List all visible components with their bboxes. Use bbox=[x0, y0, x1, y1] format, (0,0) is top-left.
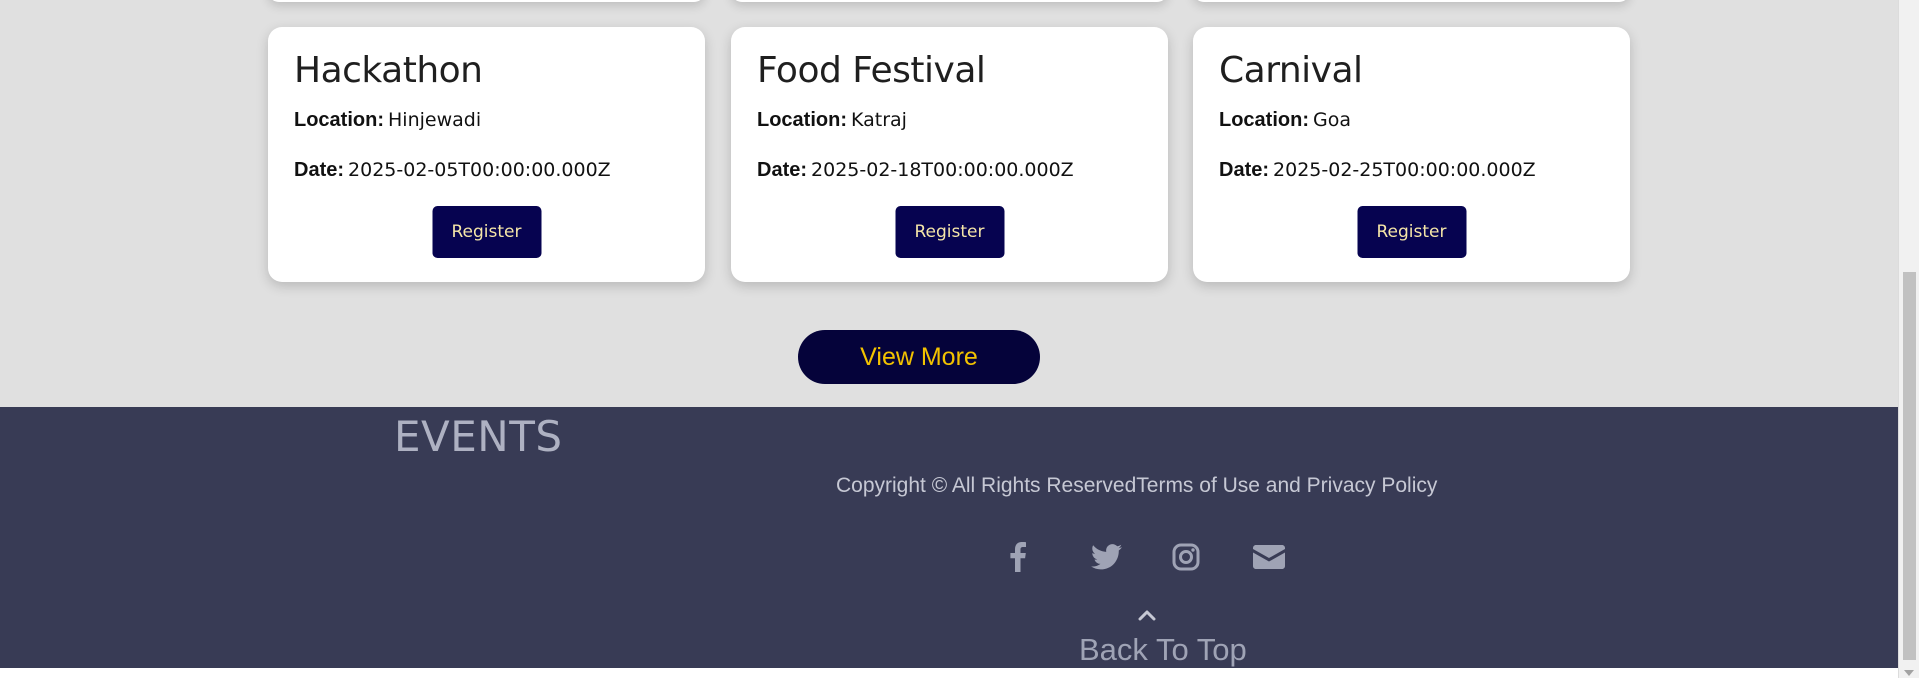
location-label: Location: bbox=[757, 109, 847, 131]
event-card-partial bbox=[731, 0, 1168, 2]
location-value: Goa bbox=[1313, 109, 1351, 131]
date-label: Date: bbox=[1219, 159, 1270, 181]
register-button[interactable]: Register bbox=[895, 206, 1004, 258]
location-value: Hinjewadi bbox=[388, 109, 482, 131]
instagram-icon[interactable] bbox=[1172, 534, 1253, 580]
footer-copyright[interactable]: Copyright © All Rights ReservedTerms of … bbox=[836, 474, 1437, 498]
event-title: Hackathon bbox=[294, 50, 483, 91]
date-value: 2025-02-25T00:00:00.000Z bbox=[1273, 159, 1536, 181]
event-card-partial bbox=[1193, 0, 1630, 2]
date-label: Date: bbox=[294, 159, 345, 181]
footer-brand: EVENTS bbox=[394, 412, 563, 461]
event-card-partial bbox=[268, 0, 705, 2]
date-value: 2025-02-18T00:00:00.000Z bbox=[811, 159, 1074, 181]
events-section: Hackathon Location: Hinjewadi Date: 2025-0… bbox=[0, 0, 1898, 407]
event-title: Food Festival bbox=[757, 50, 986, 91]
social-links bbox=[1010, 534, 1334, 580]
back-to-top-link[interactable]: Back To Top bbox=[1078, 608, 1247, 668]
twitter-glyph bbox=[1091, 544, 1122, 570]
page-bottom-edge bbox=[0, 668, 1898, 678]
instagram-glyph bbox=[1172, 543, 1200, 571]
event-date: Date: 2025-02-25T00:00:00.000Z bbox=[1219, 159, 1536, 182]
scrollbar-thumb[interactable] bbox=[1903, 272, 1916, 660]
chevron-up-icon bbox=[1138, 610, 1156, 621]
event-title: Carnival bbox=[1219, 50, 1363, 91]
event-date: Date: 2025-02-18T00:00:00.000Z bbox=[757, 159, 1074, 182]
envelope-icon[interactable] bbox=[1253, 534, 1334, 580]
event-card-hackathon: Hackathon Location: Hinjewadi Date: 2025-0… bbox=[268, 27, 705, 282]
register-button[interactable]: Register bbox=[432, 206, 541, 258]
facebook-icon[interactable] bbox=[1010, 534, 1091, 580]
event-card-carnival: Carnival Location: Goa Date: 2025-02-25T00… bbox=[1193, 27, 1630, 282]
event-card-food-festival: Food Festival Location: Katraj Date: 2025-… bbox=[731, 27, 1168, 282]
facebook-glyph bbox=[1010, 542, 1026, 572]
location-label: Location: bbox=[1219, 109, 1309, 131]
site-footer: EVENTS Copyright © All Rights ReservedTe… bbox=[0, 407, 1898, 668]
location-label: Location: bbox=[294, 109, 384, 131]
vertical-scrollbar[interactable] bbox=[1898, 0, 1919, 678]
envelope-glyph bbox=[1253, 545, 1285, 569]
event-location: Location: Katraj bbox=[757, 109, 907, 132]
event-location: Location: Goa bbox=[1219, 109, 1351, 132]
date-value: 2025-02-05T00:00:00.000Z bbox=[348, 159, 611, 181]
page-viewport: Hackathon Location: Hinjewadi Date: 2025-0… bbox=[0, 0, 1898, 668]
event-location: Location: Hinjewadi bbox=[294, 109, 481, 132]
view-more-button[interactable]: View More bbox=[798, 330, 1040, 384]
date-label: Date: bbox=[757, 159, 808, 181]
event-date: Date: 2025-02-05T00:00:00.000Z bbox=[294, 159, 611, 182]
location-value: Katraj bbox=[851, 109, 907, 131]
scroll-down-arrow-icon[interactable] bbox=[1904, 670, 1914, 676]
twitter-icon[interactable] bbox=[1091, 534, 1172, 580]
back-to-top-label: Back To Top bbox=[1079, 632, 1247, 667]
register-button[interactable]: Register bbox=[1357, 206, 1466, 258]
